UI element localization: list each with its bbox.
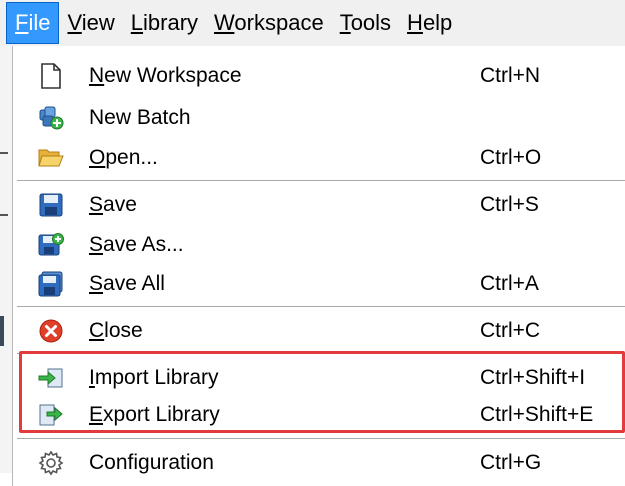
menu-item-label: Open... bbox=[89, 146, 158, 169]
save-icon bbox=[37, 191, 65, 219]
menu-tools[interactable]: Tools bbox=[332, 3, 399, 43]
menu-item-label: New Batch bbox=[89, 106, 191, 129]
menu-library[interactable]: Library bbox=[123, 3, 206, 43]
new-document-icon bbox=[37, 62, 65, 90]
highlight-box bbox=[19, 351, 625, 433]
file-menu-dropdown: New Workspace Ctrl+N New Batch Open... C… bbox=[12, 46, 625, 486]
menu-view[interactable]: View bbox=[59, 3, 122, 43]
menu-item-save[interactable]: Save Ctrl+S bbox=[13, 185, 625, 225]
menu-item-new-batch[interactable]: New Batch bbox=[13, 98, 625, 138]
menu-item-label: New Workspace bbox=[89, 64, 242, 87]
menu-item-save-all[interactable]: Save All Ctrl+A bbox=[13, 264, 625, 304]
shortcut-label: Ctrl+N bbox=[480, 64, 541, 87]
background-tick bbox=[0, 316, 4, 346]
background-window-edge bbox=[0, 46, 12, 473]
shortcut-label: Ctrl+O bbox=[480, 146, 542, 169]
menu-item-save-as[interactable]: Save As... bbox=[13, 225, 625, 265]
shortcut-label: Ctrl+A bbox=[480, 272, 539, 295]
menu-item-new-workspace[interactable]: New Workspace Ctrl+N bbox=[13, 56, 625, 96]
menu-item-close[interactable]: Close Ctrl+C bbox=[13, 311, 625, 351]
menu-item-label: Close bbox=[89, 319, 143, 342]
background-tick bbox=[0, 152, 8, 154]
menu-help[interactable]: Help bbox=[399, 3, 460, 43]
menu-separator bbox=[17, 180, 625, 182]
close-icon bbox=[37, 317, 65, 345]
menu-item-label: Save All bbox=[89, 272, 165, 295]
menu-file[interactable]: File bbox=[6, 2, 60, 44]
menu-item-label: Save bbox=[89, 193, 137, 216]
menu-bar: File View Library Workspace Tools Help bbox=[0, 0, 625, 47]
shortcut-label: Ctrl+C bbox=[480, 319, 541, 342]
menu-separator bbox=[17, 438, 625, 440]
menu-item-label: Save As... bbox=[89, 233, 184, 256]
menu-item-configuration[interactable]: Configuration Ctrl+G bbox=[13, 443, 625, 483]
menu-item-label: Configuration bbox=[89, 451, 214, 474]
save-all-icon bbox=[37, 270, 65, 298]
menu-workspace[interactable]: Workspace bbox=[206, 3, 332, 43]
shortcut-label: Ctrl+S bbox=[480, 193, 539, 216]
menu-item-open[interactable]: Open... Ctrl+O bbox=[13, 138, 625, 178]
new-batch-icon bbox=[37, 104, 65, 132]
menu-separator bbox=[17, 306, 625, 308]
background-tick bbox=[0, 214, 8, 216]
shortcut-label: Ctrl+G bbox=[480, 451, 542, 474]
save-as-icon bbox=[37, 231, 65, 259]
folder-open-icon bbox=[37, 144, 65, 172]
